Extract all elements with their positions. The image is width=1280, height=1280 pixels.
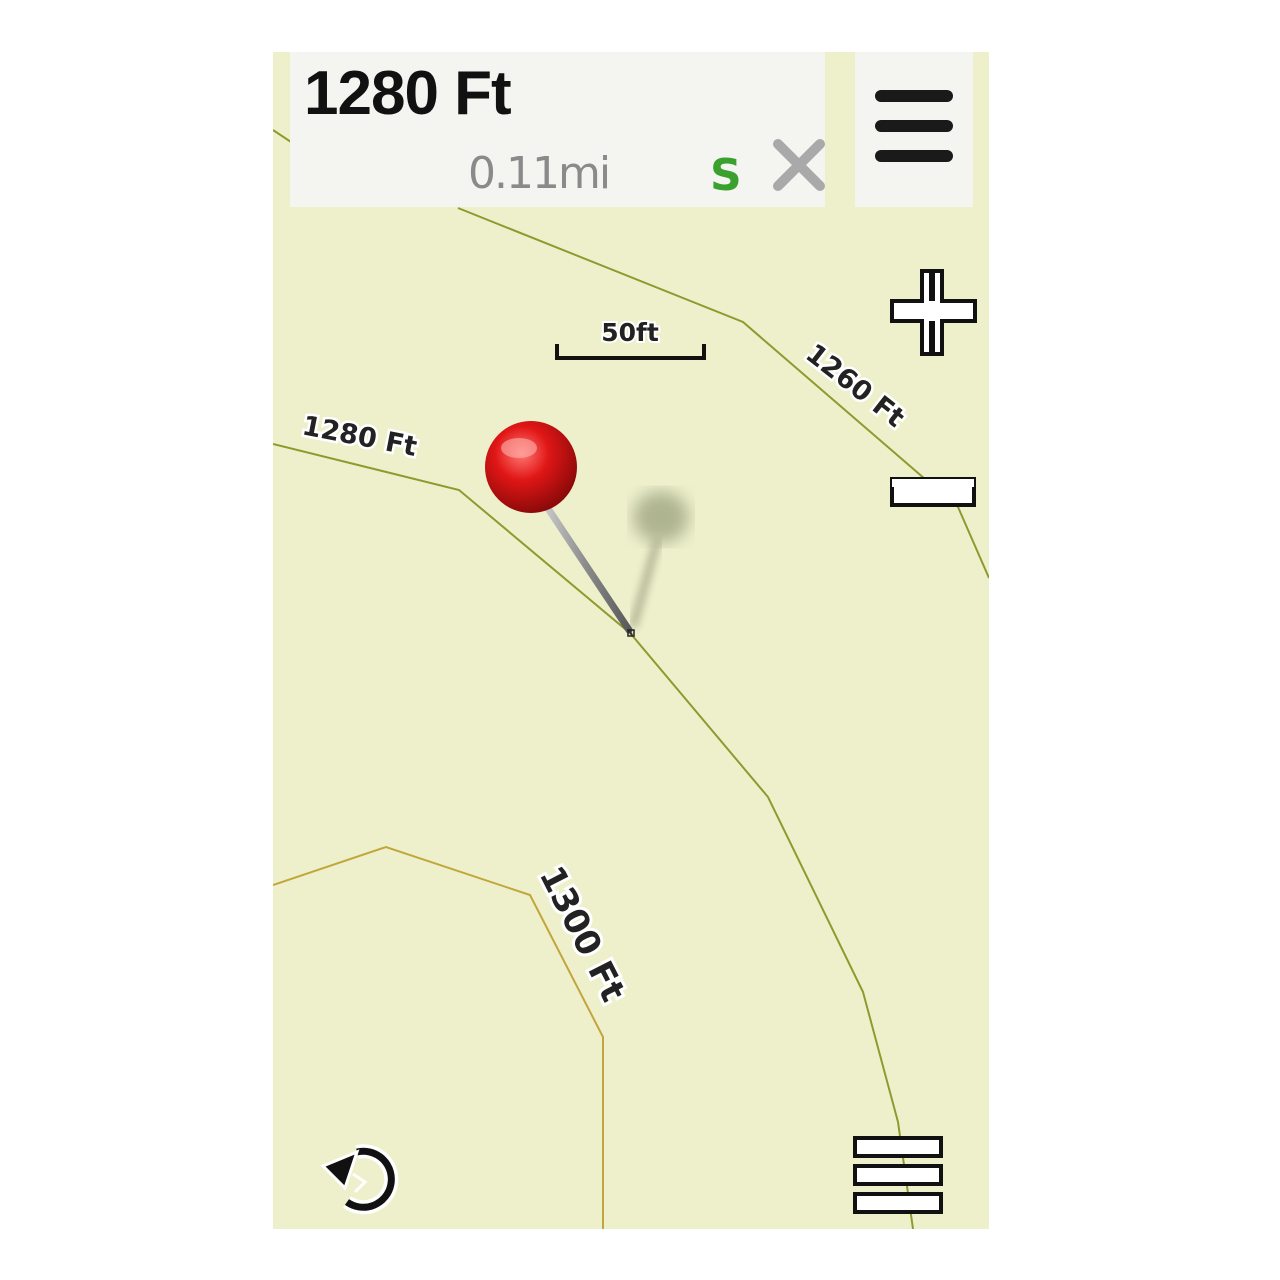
scale-bar: 50ft: [555, 316, 706, 360]
contour-label-1300: 1300 Ft: [531, 860, 633, 1008]
contour-line-1280: [273, 443, 914, 1229]
topo-map[interactable]: 50ft 1260 Ft 1280 Ft 1300 Ft: [273, 52, 989, 1229]
back-arrow-icon: [320, 1144, 399, 1215]
distance-value: 0.11mi: [468, 148, 611, 199]
scale-label: 50ft: [601, 318, 659, 347]
elevation-value: 1280 Ft: [304, 59, 512, 128]
close-button[interactable]: [768, 134, 834, 200]
menu-button[interactable]: [855, 52, 973, 207]
close-icon: [773, 139, 825, 191]
plus-icon: [890, 269, 977, 356]
map-screen: 50ft 1260 Ft 1280 Ft 1300 Ft 1280 Ft 0.1…: [273, 52, 989, 1229]
map-pin-icon[interactable]: [485, 421, 635, 637]
direction-value: S: [710, 150, 742, 201]
zoom-out-button[interactable]: [889, 476, 979, 510]
zoom-in-button[interactable]: [889, 268, 979, 358]
list-icon: [853, 1136, 943, 1214]
list-button[interactable]: [853, 1136, 945, 1218]
minus-icon: [890, 477, 976, 507]
contour-line-top-corner: [273, 129, 292, 143]
contour-line-1260: [457, 207, 989, 579]
elevation-info-panel: 1280 Ft 0.11mi S: [290, 52, 825, 207]
back-button[interactable]: [317, 1132, 409, 1224]
map-pin-shadow: [628, 491, 689, 629]
